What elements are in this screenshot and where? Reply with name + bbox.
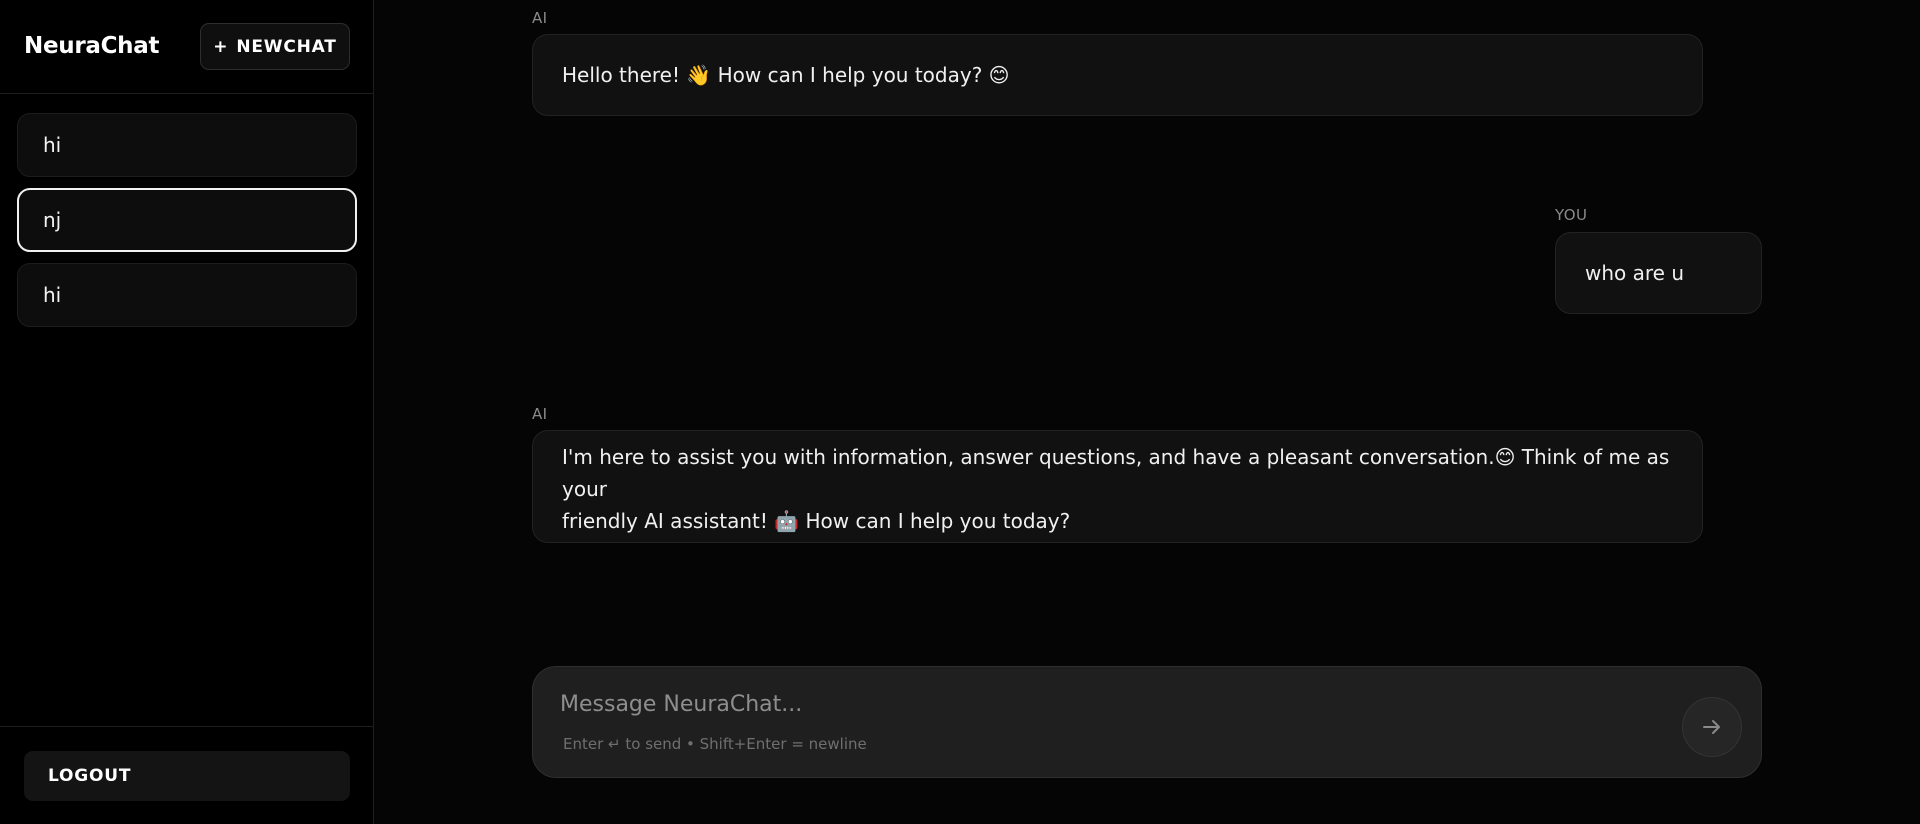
message-line: friendly AI assistant! 🤖 How can I help …: [562, 505, 1673, 537]
send-button[interactable]: [1682, 697, 1742, 757]
app: NeuraChat + NEWCHAT hi nj hi LOGOUT AI H…: [0, 0, 1920, 824]
sidebar-header: NeuraChat + NEWCHAT: [0, 0, 373, 94]
ai-role-label: AI: [532, 9, 548, 27]
message-line: I'm here to assist you with information,…: [562, 441, 1673, 505]
chat-item-label: hi: [43, 283, 62, 307]
ai-message: Hello there! 👋 How can I help you today?…: [532, 34, 1703, 116]
new-chat-label: NEWCHAT: [236, 36, 337, 57]
message-text: How can I help you today?: [711, 63, 989, 87]
logout-label: LOGOUT: [48, 766, 132, 786]
logout-button[interactable]: LOGOUT: [24, 751, 350, 801]
user-role-label: YOU: [1555, 206, 1588, 224]
robot-icon: 🤖: [774, 508, 800, 533]
app-logo: NeuraChat: [24, 33, 160, 59]
wave-icon: 👋: [686, 63, 712, 87]
message-text: friendly AI assistant!: [562, 508, 775, 533]
chat-item-active[interactable]: nj: [17, 188, 357, 252]
message-text: I'm here to assist you with information,…: [562, 444, 1495, 469]
ai-message-text: Hello there! 👋 How can I help you today?…: [562, 59, 1010, 91]
sidebar: NeuraChat + NEWCHAT hi nj hi LOGOUT: [0, 0, 374, 824]
user-message-text: who are u: [1585, 261, 1685, 285]
chat-item-label: nj: [43, 208, 62, 232]
chat-item[interactable]: hi: [17, 263, 357, 327]
message-text: How can I help you today?: [799, 508, 1071, 533]
sidebar-footer: LOGOUT: [0, 726, 373, 824]
chat-list: hi nj hi: [17, 113, 357, 338]
plus-icon: +: [213, 36, 229, 57]
message-composer: Enter ↵ to send • Shift+Enter = newline: [532, 666, 1762, 778]
arrow-right-icon: [1703, 720, 1720, 734]
smile-icon: 😊: [1494, 444, 1516, 469]
chat-item[interactable]: hi: [17, 113, 357, 177]
ai-role-label: AI: [532, 405, 548, 423]
composer-hint: Enter ↵ to send • Shift+Enter = newline: [563, 735, 867, 753]
new-chat-button[interactable]: + NEWCHAT: [200, 23, 350, 70]
chat-item-label: hi: [43, 133, 62, 157]
message-text: Hello there!: [562, 63, 687, 87]
message-input[interactable]: [560, 687, 1660, 721]
user-message: who are u: [1555, 232, 1762, 314]
chat-main: AI Hello there! 👋 How can I help you tod…: [374, 0, 1920, 824]
ai-message: I'm here to assist you with information,…: [532, 430, 1703, 543]
ai-message-text: I'm here to assist you with information,…: [562, 441, 1673, 537]
smile-icon: 😊: [988, 63, 1010, 87]
